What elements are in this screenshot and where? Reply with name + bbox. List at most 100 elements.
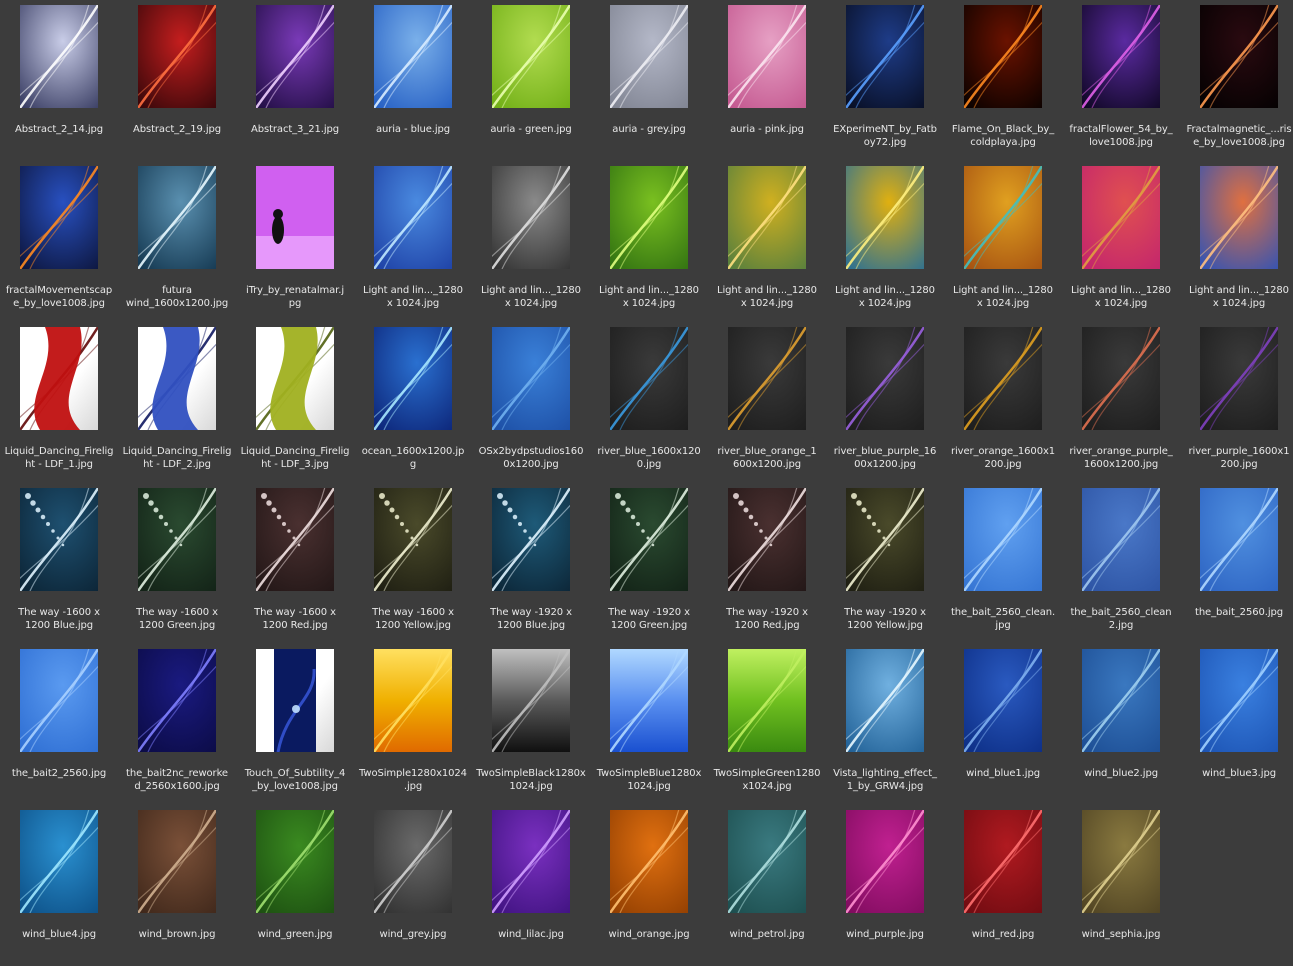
file-item[interactable]: wind_blue4.jpg xyxy=(0,805,118,966)
bait-thumbnail[interactable] xyxy=(1200,488,1278,591)
river-orange-purple-thumbnail[interactable] xyxy=(1082,327,1160,430)
file-item[interactable]: Abstract_2_14.jpg xyxy=(0,0,118,161)
file-item[interactable]: futura wind_1600x1200.jpg xyxy=(118,161,236,322)
file-item[interactable]: The way -1600 x 1200 Green.jpg xyxy=(118,483,236,644)
light-lines-grey-thumbnail[interactable] xyxy=(492,166,570,269)
the-way-1920-red-thumbnail[interactable] xyxy=(728,488,806,591)
file-item[interactable]: The way -1920 x 1200 Yellow.jpg xyxy=(826,483,944,644)
auria-green-thumbnail[interactable] xyxy=(492,5,570,108)
file-item[interactable]: The way -1600 x 1200 Yellow.jpg xyxy=(354,483,472,644)
file-item[interactable]: Liquid_Dancing_Firelig ht - LDF_1.jpg xyxy=(0,322,118,483)
the-way-blue-thumbnail[interactable] xyxy=(20,488,98,591)
the-way-red-thumbnail[interactable] xyxy=(256,488,334,591)
the-way-yellow-thumbnail[interactable] xyxy=(374,488,452,591)
light-lines-blue-thumbnail[interactable] xyxy=(374,166,452,269)
file-item[interactable]: the_bait_2560.jpg xyxy=(1180,483,1293,644)
twosimple-green-thumbnail[interactable] xyxy=(728,649,806,752)
futura-wind-thumbnail[interactable] xyxy=(138,166,216,269)
wind-green-thumbnail[interactable] xyxy=(256,810,334,913)
file-item[interactable]: Light and lin..._1280 x 1024.jpg xyxy=(944,161,1062,322)
file-item[interactable]: TwoSimpleGreen1280 x1024.jpg xyxy=(708,644,826,805)
file-item[interactable]: river_blue_purple_16 00x1200.jpg xyxy=(826,322,944,483)
file-item[interactable]: fractalFlower_54_by_ love1008.jpg xyxy=(1062,0,1180,161)
light-lines-teal-thumbnail[interactable] xyxy=(964,166,1042,269)
river-blue-orange-thumbnail[interactable] xyxy=(728,327,806,430)
file-item[interactable]: Light and lin..._1280 x 1024.jpg xyxy=(354,161,472,322)
osx-thumbnail[interactable] xyxy=(492,327,570,430)
bait-clean2-thumbnail[interactable] xyxy=(1082,488,1160,591)
fractal-movement-thumbnail[interactable] xyxy=(20,166,98,269)
file-item[interactable]: wind_lilac.jpg xyxy=(472,805,590,966)
river-blue-thumbnail[interactable] xyxy=(610,327,688,430)
file-item[interactable]: the_bait_2560_clean 2.jpg xyxy=(1062,483,1180,644)
bait2-thumbnail[interactable] xyxy=(20,649,98,752)
twosimple-thumbnail[interactable] xyxy=(374,649,452,752)
wind-blue2-thumbnail[interactable] xyxy=(1082,649,1160,752)
file-item[interactable]: the_bait_2560_clean. jpg xyxy=(944,483,1062,644)
file-item[interactable]: The way -1920 x 1200 Red.jpg xyxy=(708,483,826,644)
file-item[interactable]: wind_sephia.jpg xyxy=(1062,805,1180,966)
file-item[interactable]: auria - blue.jpg xyxy=(354,0,472,161)
fractal-flower-thumbnail[interactable] xyxy=(1082,5,1160,108)
wind-purple-thumbnail[interactable] xyxy=(846,810,924,913)
liquid-green-thumbnail[interactable] xyxy=(256,327,334,430)
auria-blue-thumbnail[interactable] xyxy=(374,5,452,108)
file-item[interactable]: wind_green.jpg xyxy=(236,805,354,966)
the-way-1920-yellow-thumbnail[interactable] xyxy=(846,488,924,591)
file-item[interactable]: river_blue_1600x120 0.jpg xyxy=(590,322,708,483)
light-lines-green-thumbnail[interactable] xyxy=(610,166,688,269)
twosimple-black-thumbnail[interactable] xyxy=(492,649,570,752)
file-item[interactable]: river_blue_orange_1 600x1200.jpg xyxy=(708,322,826,483)
file-item[interactable]: The way -1600 x 1200 Blue.jpg xyxy=(0,483,118,644)
file-item[interactable]: the_bait2_2560.jpg xyxy=(0,644,118,805)
abstract-purple-thumbnail[interactable] xyxy=(256,5,334,108)
file-item[interactable]: Vista_lighting_effect_ 1_by_GRW4.jpg xyxy=(826,644,944,805)
wind-petrol-thumbnail[interactable] xyxy=(728,810,806,913)
file-item[interactable]: wind_red.jpg xyxy=(944,805,1062,966)
auria-pink-thumbnail[interactable] xyxy=(728,5,806,108)
file-item[interactable]: wind_blue3.jpg xyxy=(1180,644,1293,805)
file-item[interactable]: Light and lin..._1280 x 1024.jpg xyxy=(826,161,944,322)
liquid-blue-thumbnail[interactable] xyxy=(138,327,216,430)
wind-lilac-thumbnail[interactable] xyxy=(492,810,570,913)
file-item[interactable]: EXperimeNT_by_Fatb oy72.jpg xyxy=(826,0,944,161)
file-item[interactable]: Light and lin..._1280 x 1024.jpg xyxy=(1180,161,1293,322)
itry-thumbnail[interactable] xyxy=(256,166,334,269)
file-item[interactable]: the_bait2nc_reworke d_2560x1600.jpg xyxy=(118,644,236,805)
file-item[interactable]: wind_blue1.jpg xyxy=(944,644,1062,805)
file-item[interactable]: Light and lin..._1280 x 1024.jpg xyxy=(590,161,708,322)
file-item[interactable]: wind_purple.jpg xyxy=(826,805,944,966)
bait-clean-thumbnail[interactable] xyxy=(964,488,1042,591)
file-item[interactable]: wind_blue2.jpg xyxy=(1062,644,1180,805)
file-item[interactable]: Abstract_3_21.jpg xyxy=(236,0,354,161)
light-lines-magenta-thumbnail[interactable] xyxy=(1082,166,1160,269)
the-way-1920-blue-thumbnail[interactable] xyxy=(492,488,570,591)
auria-grey-thumbnail[interactable] xyxy=(610,5,688,108)
file-item[interactable]: Touch_Of_Subtility_4 _by_love1008.jpg xyxy=(236,644,354,805)
file-item[interactable]: wind_grey.jpg xyxy=(354,805,472,966)
file-item[interactable]: river_purple_1600x1 200.jpg xyxy=(1180,322,1293,483)
wind-orange-thumbnail[interactable] xyxy=(610,810,688,913)
light-lines-yellow-thumbnail[interactable] xyxy=(728,166,806,269)
wind-blue1-thumbnail[interactable] xyxy=(964,649,1042,752)
twosimple-blue-thumbnail[interactable] xyxy=(610,649,688,752)
file-item[interactable]: Liquid_Dancing_Firelig ht - LDF_3.jpg xyxy=(236,322,354,483)
file-item[interactable]: TwoSimpleBlack1280x 1024.jpg xyxy=(472,644,590,805)
wind-sephia-thumbnail[interactable] xyxy=(1082,810,1160,913)
wind-blue3-thumbnail[interactable] xyxy=(1200,649,1278,752)
file-item[interactable]: The way -1920 x 1200 Blue.jpg xyxy=(472,483,590,644)
wind-brown-thumbnail[interactable] xyxy=(138,810,216,913)
file-item[interactable]: Abstract_2_19.jpg xyxy=(118,0,236,161)
the-way-1920-green-thumbnail[interactable] xyxy=(610,488,688,591)
file-item[interactable]: river_orange_1600x1 200.jpg xyxy=(944,322,1062,483)
wind-grey-thumbnail[interactable] xyxy=(374,810,452,913)
wind-blue4-thumbnail[interactable] xyxy=(20,810,98,913)
abstract-light-thumbnail[interactable] xyxy=(20,5,98,108)
file-item[interactable]: auria - grey.jpg xyxy=(590,0,708,161)
file-item[interactable]: Light and lin..._1280 x 1024.jpg xyxy=(1062,161,1180,322)
file-item[interactable]: Liquid_Dancing_Firelig ht - LDF_2.jpg xyxy=(118,322,236,483)
touch-subtility-thumbnail[interactable] xyxy=(256,649,334,752)
file-item[interactable]: ocean_1600x1200.jp g xyxy=(354,322,472,483)
river-purple-thumbnail[interactable] xyxy=(1200,327,1278,430)
the-way-green-thumbnail[interactable] xyxy=(138,488,216,591)
